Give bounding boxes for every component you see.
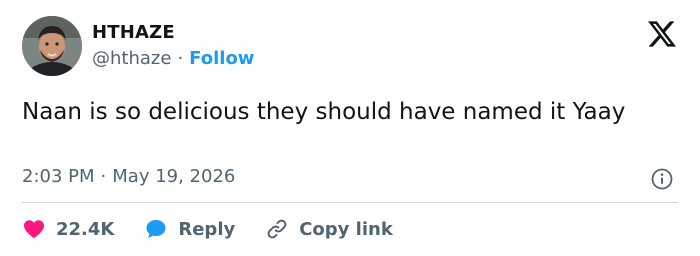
copy-link-label: Copy link — [299, 218, 393, 240]
x-logo-icon[interactable] — [648, 20, 676, 48]
tweet-text: Naan is so delicious they should have na… — [22, 99, 626, 125]
tweet-time: 2:03 PM — [22, 166, 95, 187]
heart-icon — [24, 220, 44, 239]
divider — [22, 202, 678, 203]
tweet-date: May 19, 2026 — [112, 166, 236, 187]
action-bar: 22.4K Reply Copy link — [22, 212, 423, 246]
timestamp[interactable]: 2:03 PM · May 19, 2026 — [22, 166, 235, 187]
reply-button[interactable]: Reply — [144, 217, 235, 241]
timestamp-separator: · — [100, 166, 107, 187]
like-button[interactable]: 22.4K — [22, 217, 114, 241]
follow-button[interactable]: Follow — [189, 48, 254, 69]
copy-link-button[interactable]: Copy link — [265, 217, 393, 241]
display-name[interactable]: HTHAZE — [92, 22, 175, 43]
avatar[interactable] — [22, 16, 82, 76]
user-handle[interactable]: @hthaze — [92, 48, 171, 69]
handle-separator: · — [177, 48, 184, 69]
handle-row: @hthaze · Follow — [92, 48, 254, 69]
reply-label: Reply — [178, 218, 236, 240]
tweet-card: HTHAZE @hthaze · Follow Naan is so delicio… — [0, 0, 700, 256]
speech-bubble-icon — [146, 220, 166, 238]
info-icon[interactable] — [650, 167, 674, 191]
link-icon — [267, 219, 287, 239]
like-count: 22.4K — [56, 218, 115, 240]
avatar-image — [22, 16, 82, 76]
